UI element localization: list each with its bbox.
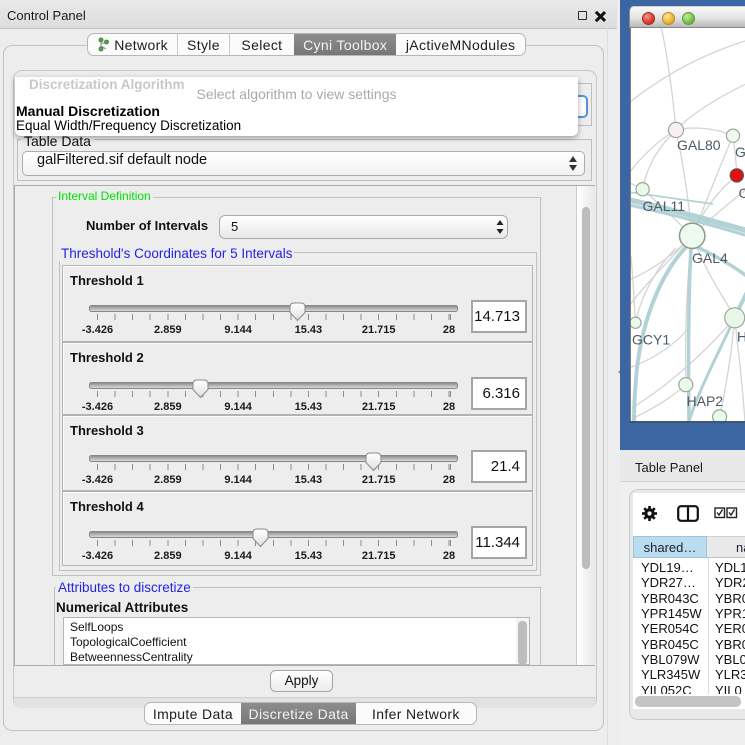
svg-text:C: C: [739, 185, 745, 201]
svg-text:HA: HA: [737, 329, 745, 345]
svg-text:GAL80: GAL80: [677, 137, 721, 153]
svg-text:HAP2: HAP2: [687, 393, 724, 409]
svg-text:GA: GA: [735, 144, 745, 160]
svg-text:GCY1: GCY1: [632, 332, 670, 348]
svg-text:GAL11: GAL11: [643, 198, 686, 214]
svg-text:GAL4: GAL4: [692, 250, 728, 266]
